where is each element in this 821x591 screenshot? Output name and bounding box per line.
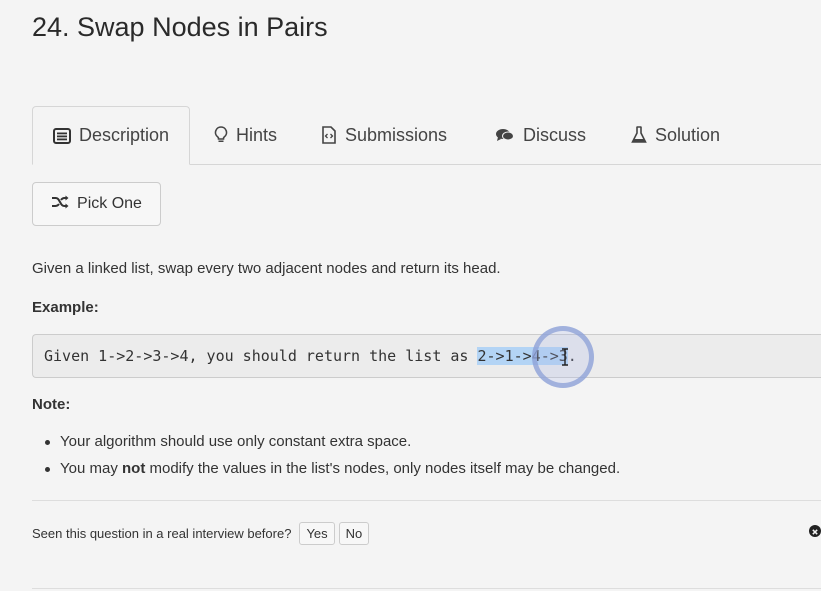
tab-label: Solution <box>655 124 721 145</box>
problem-description: Given a linked list, swap every two adja… <box>32 260 501 277</box>
description-icon <box>52 127 71 144</box>
note-text-before: You may <box>60 460 122 477</box>
lightbulb-icon <box>214 126 228 144</box>
shuffle-icon <box>51 195 69 214</box>
section-divider <box>32 500 821 501</box>
notes-list: Your algorithm should use only constant … <box>44 432 621 486</box>
text-cursor-icon <box>561 348 569 366</box>
pick-one-button[interactable]: Pick One <box>32 182 161 226</box>
no-button[interactable]: No <box>338 522 370 545</box>
yes-button[interactable]: Yes <box>299 522 335 545</box>
note-text-bold: not <box>122 460 146 477</box>
tab-label: Submissions <box>345 124 448 145</box>
list-item: You may not modify the values in the lis… <box>44 459 621 486</box>
page-title: 24. Swap Nodes in Pairs <box>32 12 328 42</box>
interview-feedback: Seen this question in a real interview b… <box>32 522 370 545</box>
tab-label: Description <box>78 125 170 145</box>
example-heading: Example: <box>32 299 99 316</box>
pick-one-label: Pick One <box>77 195 142 212</box>
interview-question: Seen this question in a real interview b… <box>32 526 292 541</box>
flask-icon <box>631 126 647 144</box>
tab-solution[interactable]: Solution <box>631 106 720 164</box>
tab-description[interactable]: Description <box>32 106 190 165</box>
tab-label: Discuss <box>523 124 587 145</box>
tab-label: Hints <box>236 124 278 145</box>
note-text: Your algorithm should use only constant … <box>60 433 412 450</box>
code-file-icon <box>321 126 337 144</box>
list-item: Your algorithm should use only constant … <box>44 432 620 459</box>
bottom-divider <box>32 588 821 589</box>
example-code-block[interactable]: Given 1->2->3->4, you should return the … <box>32 334 821 378</box>
comments-icon <box>495 127 515 143</box>
tab-discuss[interactable]: Discuss <box>495 106 586 164</box>
note-text-after: modify the values in the list's nodes, o… <box>145 460 621 477</box>
example-code-text: Given 1->2->3->4, you should return the … <box>44 347 478 365</box>
tab-submissions[interactable]: Submissions <box>321 106 447 164</box>
close-icon[interactable] <box>809 525 821 537</box>
note-heading: Note: <box>32 396 71 413</box>
tab-hints[interactable]: Hints <box>214 106 277 164</box>
